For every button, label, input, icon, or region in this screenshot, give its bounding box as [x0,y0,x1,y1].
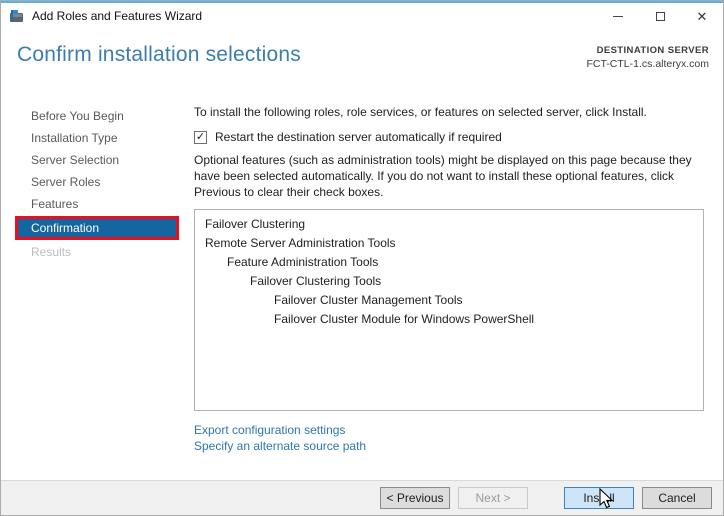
wizard-header: Confirm installation selections DESTINAT… [1,29,723,97]
feature-tree-item[interactable]: Failover Clustering [195,215,703,234]
export-configuration-link[interactable]: Export configuration settings [194,422,704,438]
alternate-source-path-link[interactable]: Specify an alternate source path [194,438,704,454]
intro-text: To install the following roles, role ser… [194,105,704,119]
selected-features-listbox[interactable]: Failover Clustering Remote Server Admini… [194,209,704,411]
sidebar-item-server-roles[interactable]: Server Roles [15,171,179,193]
sidebar-item-confirmation[interactable]: Confirmation [15,216,179,240]
next-button: Next > [458,487,528,509]
restart-checkbox-label: Restart the destination server automatic… [215,130,502,144]
destination-server-block: DESTINATION SERVER FCT-CTL-1.cs.alteryx.… [586,43,709,97]
minimize-button[interactable] [597,3,639,29]
feature-tree-item[interactable]: Failover Clustering Tools [195,272,703,291]
wizard-footer: < Previous Next > Install Cancel [1,480,723,515]
minimize-icon [613,16,623,17]
wizard-nav-sidebar: Before You Begin Installation Type Serve… [1,97,179,482]
optional-features-note: Optional features (such as administratio… [194,153,699,200]
confirmation-page-content: To install the following roles, role ser… [179,97,724,482]
checkmark-icon: ✓ [196,132,205,143]
sidebar-item-server-selection[interactable]: Server Selection [15,149,179,171]
feature-tree-item[interactable]: Failover Cluster Module for Windows Powe… [195,310,703,329]
server-manager-icon [9,8,25,24]
maximize-button[interactable] [639,3,681,29]
sidebar-item-installation-type[interactable]: Installation Type [15,127,179,149]
feature-tree-item[interactable]: Failover Cluster Management Tools [195,291,703,310]
close-icon: ✕ [697,10,708,23]
restart-checkbox-row[interactable]: ✓ Restart the destination server automat… [194,130,704,144]
sidebar-item-features[interactable]: Features [15,193,179,215]
sidebar-item-before-you-begin[interactable]: Before You Begin [15,105,179,127]
install-button[interactable]: Install [564,487,634,509]
maximize-icon [656,12,665,21]
wizard-window: Add Roles and Features Wizard ✕ Confirm … [0,0,724,516]
restart-checkbox[interactable]: ✓ [194,131,207,144]
title-bar: Add Roles and Features Wizard ✕ [1,3,723,29]
destination-server-label: DESTINATION SERVER [586,45,709,56]
sidebar-item-results: Results [15,241,179,263]
window-title: Add Roles and Features Wizard [32,9,202,23]
previous-button[interactable]: < Previous [380,487,450,509]
cancel-button[interactable]: Cancel [642,487,712,509]
feature-tree-item[interactable]: Remote Server Administration Tools [195,234,703,253]
page-title: Confirm installation selections [17,43,301,97]
close-button[interactable]: ✕ [681,3,723,29]
destination-server-name: FCT-CTL-1.cs.alteryx.com [586,58,709,70]
feature-tree-item[interactable]: Feature Administration Tools [195,253,703,272]
